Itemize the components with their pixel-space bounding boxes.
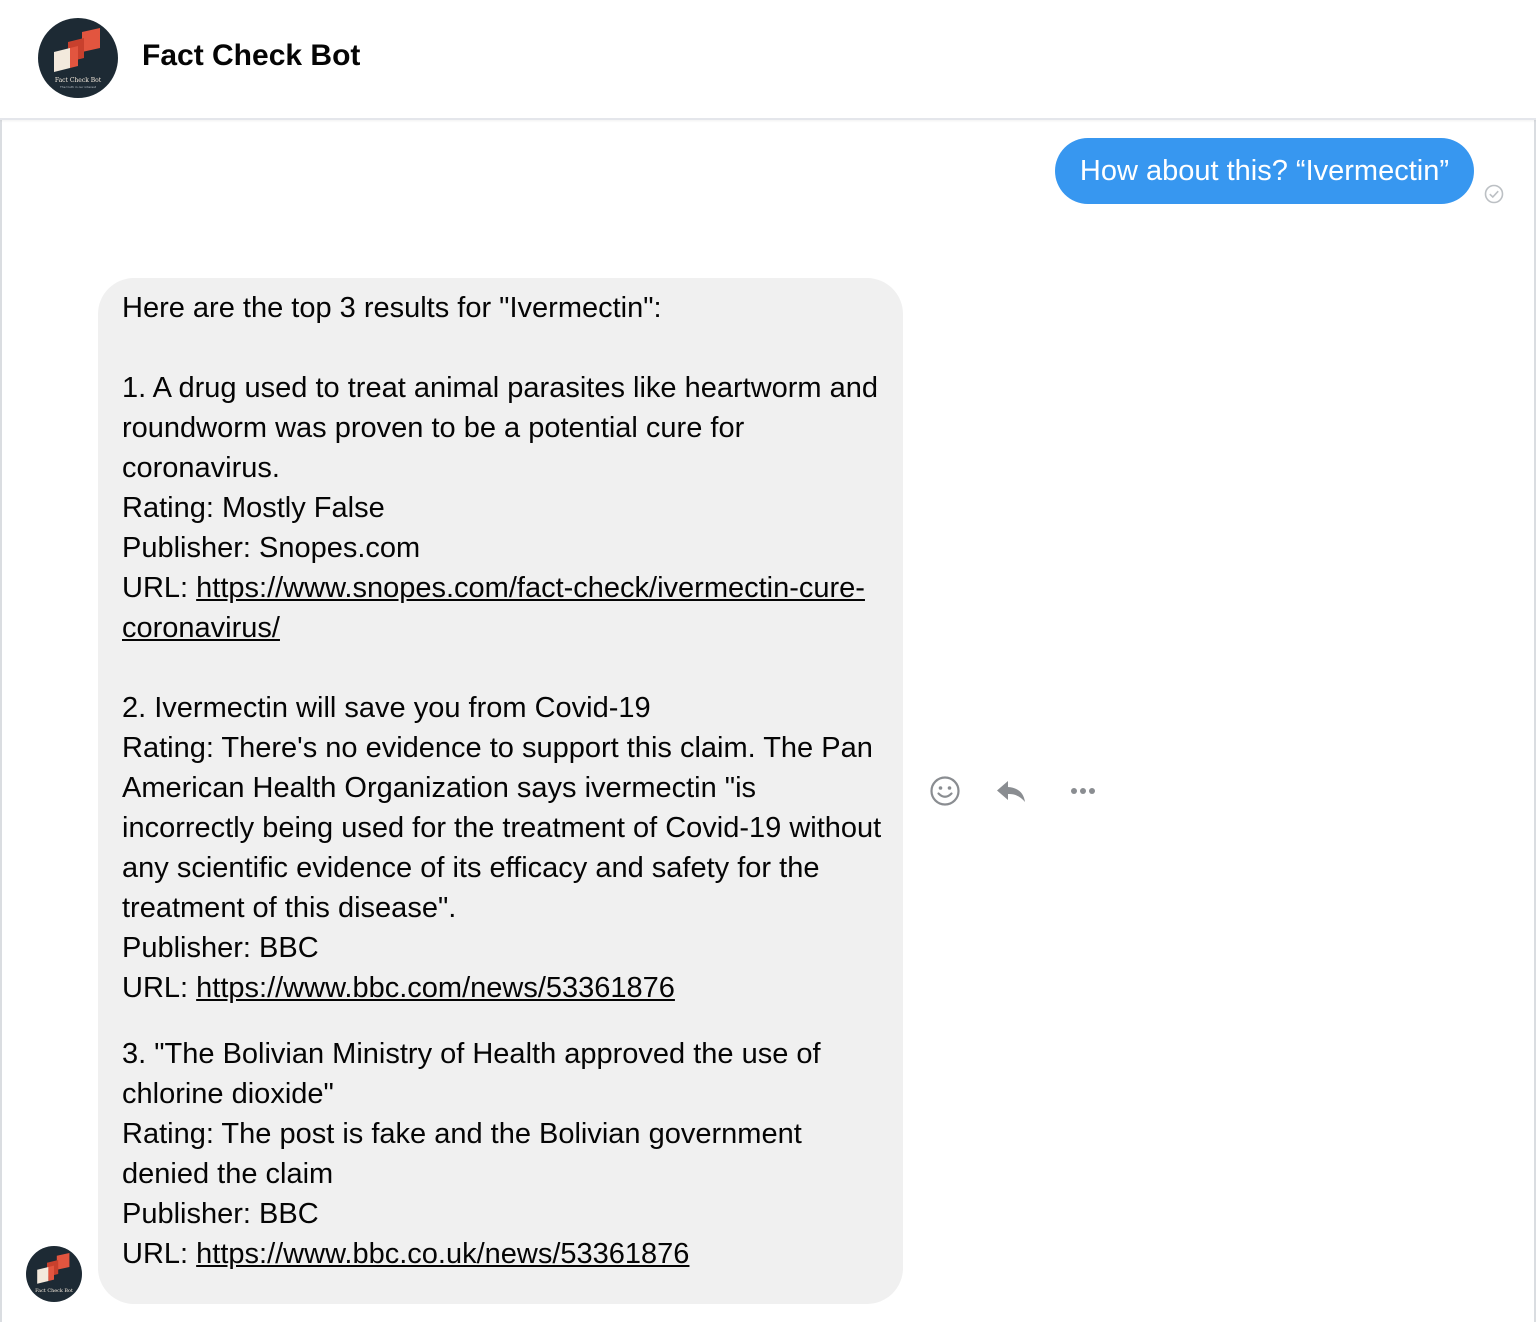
result-url-label: URL: bbox=[122, 572, 197, 604]
result-claim: 2. Ivermectin will save you from Covid-1… bbox=[122, 692, 651, 724]
svg-text:Fact Check Bot: Fact Check Bot bbox=[55, 77, 102, 84]
fact-check-logo-icon: Fact Check Bot bbox=[35, 1253, 73, 1294]
result-url-label: URL: bbox=[122, 972, 197, 1004]
sent-check-icon bbox=[1484, 184, 1504, 204]
result-publisher: Publisher: BBC bbox=[122, 1198, 319, 1230]
page-title: Fact Check Bot bbox=[142, 39, 361, 72]
result-url-line: URL: https://www.bbc.co.uk/news/53361876 bbox=[122, 1234, 883, 1274]
result-claim: 1. A drug used to treat animal parasites… bbox=[122, 372, 879, 484]
user-message-bubble[interactable]: How about this? “Ivermectin” bbox=[1054, 138, 1474, 204]
bot-avatar[interactable]: Fact Check Bot The truth in our interest bbox=[38, 18, 118, 98]
result-claim: 3. "The Bolivian Ministry of Health appr… bbox=[122, 1038, 821, 1110]
result-url-link[interactable]: https://www.snopes.com/fact-check/iverme… bbox=[122, 572, 865, 644]
result-url-line: URL: https://www.snopes.com/fact-check/i… bbox=[122, 568, 883, 648]
bot-message-bubble[interactable]: Here are the top 3 results for "Ivermect… bbox=[98, 278, 903, 1304]
emoji-icon[interactable] bbox=[928, 774, 962, 808]
result-rating: Rating: Mostly False bbox=[122, 492, 385, 524]
svg-text:Fact Check Bot: Fact Check Bot bbox=[35, 1288, 73, 1294]
result-url-label: URL: bbox=[122, 1238, 197, 1270]
more-icon[interactable] bbox=[1066, 774, 1100, 808]
bot-message-avatar[interactable]: Fact Check Bot bbox=[26, 1246, 82, 1302]
chat-header: Fact Check Bot The truth in our interest… bbox=[0, 0, 1536, 120]
result-rating: Rating: The post is fake and the Bolivia… bbox=[122, 1118, 802, 1190]
result-publisher: Publisher: Snopes.com bbox=[122, 532, 421, 564]
result-url-line: URL: https://www.bbc.com/news/53361876 bbox=[122, 968, 883, 1008]
result-publisher: Publisher: BBC bbox=[122, 932, 319, 964]
result-url-link[interactable]: https://www.bbc.com/news/53361876 bbox=[196, 972, 675, 1004]
results-intro: Here are the top 3 results for "Ivermect… bbox=[122, 292, 662, 324]
result-rating: Rating: There's no evidence to support t… bbox=[122, 732, 882, 924]
fact-check-logo-icon: Fact Check Bot The truth in our interest bbox=[54, 28, 102, 89]
reply-icon[interactable] bbox=[994, 774, 1028, 808]
svg-text:The truth in our interest: The truth in our interest bbox=[59, 85, 97, 89]
result-url-link[interactable]: https://www.bbc.co.uk/news/53361876 bbox=[196, 1238, 689, 1270]
